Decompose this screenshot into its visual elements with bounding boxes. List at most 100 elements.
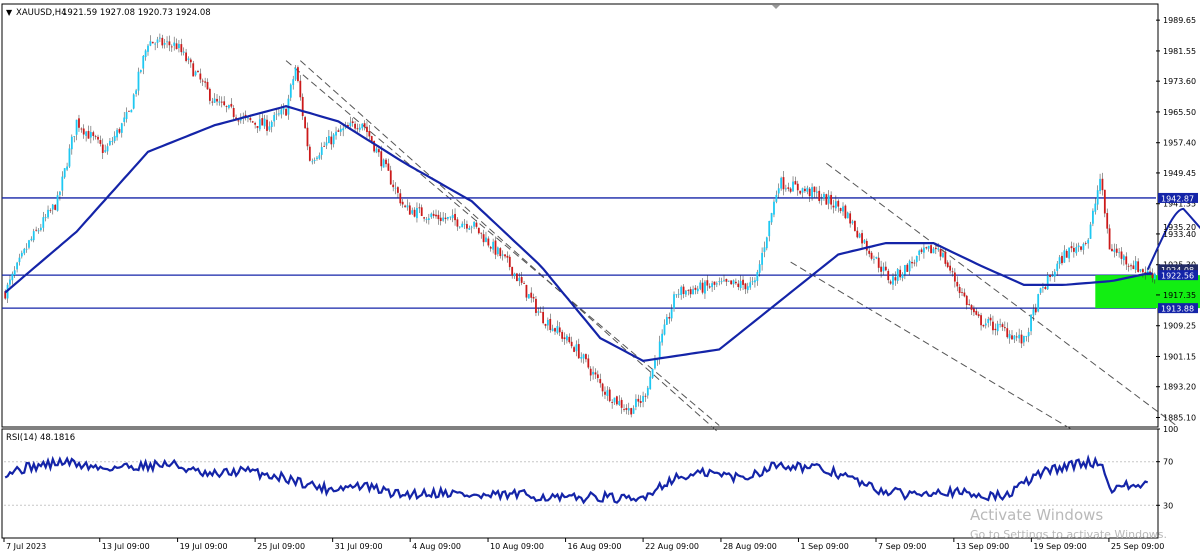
candle-body (768, 220, 771, 237)
candle-body (956, 281, 959, 287)
candle-body (744, 283, 747, 290)
candle-body (285, 108, 287, 116)
candle-body (892, 276, 894, 285)
candle-body (511, 266, 514, 276)
candle-body (270, 121, 273, 127)
candle-body (416, 207, 418, 219)
candle-body (958, 286, 961, 294)
candle-body (78, 118, 80, 128)
candle-body (953, 272, 956, 282)
candle-body (794, 181, 797, 185)
candle-body (725, 278, 728, 282)
candle-body (1046, 275, 1049, 290)
candle-body (1134, 261, 1137, 270)
candle-body (275, 113, 278, 115)
candle-body (251, 121, 254, 123)
candle-body (775, 194, 778, 202)
candle-body (870, 252, 873, 259)
scroll-marker-icon[interactable] (772, 5, 780, 9)
candle-body (1056, 263, 1059, 271)
candle-body (789, 188, 792, 192)
candle-body (1127, 265, 1130, 267)
candle-body (758, 264, 761, 273)
candle-body (337, 130, 340, 132)
candle-body (994, 328, 997, 331)
candle-body (454, 213, 456, 221)
candle-body (944, 251, 947, 264)
candle-body (1118, 252, 1121, 254)
candle-body (42, 217, 45, 228)
candle-body (68, 148, 71, 167)
candle-body (1015, 336, 1018, 338)
price-extra-label: 1935.20 (1163, 223, 1196, 232)
candle-body (942, 252, 944, 258)
candle-body (723, 279, 725, 281)
candle-body (1096, 190, 1099, 205)
channel-line-1-1 (790, 261, 1072, 430)
candle-body (211, 101, 214, 103)
time-tick-label: 13 Jul 09:00 (102, 542, 150, 551)
candle-body (92, 132, 95, 136)
candle-body (356, 128, 359, 130)
candle-body (389, 170, 392, 185)
candle-body (320, 147, 323, 155)
candle-body (823, 193, 825, 199)
candle-body (423, 217, 425, 219)
candle-body (694, 287, 697, 290)
level-tag-1: 1922.56 (1161, 272, 1194, 281)
candle-body (908, 260, 911, 272)
candle-body (642, 395, 644, 402)
candle-body (297, 67, 299, 81)
candle-body (923, 247, 925, 253)
candle-body (770, 213, 773, 223)
candle-body (827, 195, 830, 204)
candle-body (925, 247, 928, 249)
candle-body (1051, 275, 1054, 277)
candle-body (756, 272, 759, 281)
candle-body (1008, 333, 1011, 339)
candle-body (427, 218, 430, 220)
candle-body (580, 357, 583, 359)
candle-body (482, 234, 485, 243)
candle-body (930, 245, 932, 254)
candle-body (132, 94, 135, 109)
channel-line-0-0 (285, 60, 720, 426)
candle-body (230, 103, 233, 107)
candle-body (94, 136, 97, 138)
candle-body (834, 201, 837, 209)
candle-body (535, 298, 537, 313)
candle-body (949, 265, 952, 271)
candle-body (51, 204, 54, 210)
candle-body (649, 376, 652, 390)
candle-body (144, 50, 147, 58)
rsi-label: RSI(14) 48.1816 (6, 433, 75, 443)
candle-body (444, 217, 447, 220)
rsi-tick-label: 30 (1163, 501, 1173, 510)
candle-body (884, 266, 887, 271)
candle-body (66, 166, 68, 170)
candle-body (739, 281, 742, 288)
candle-body (573, 347, 575, 352)
candle-body (630, 408, 633, 415)
candle-body (1084, 243, 1087, 244)
candle-body (499, 248, 502, 257)
candle-body (568, 336, 571, 343)
candle-body (106, 146, 109, 152)
candle-body (673, 294, 675, 309)
time-tick-label: 31 Jul 09:00 (335, 542, 383, 551)
candle-body (558, 327, 561, 333)
collapse-arrow-icon[interactable]: ▼ (6, 8, 13, 17)
time-tick-label: 25 Sep 09:00 (1111, 542, 1164, 551)
time-tick-label: 22 Aug 09:00 (645, 542, 699, 551)
candle-body (261, 118, 264, 126)
candle-body (316, 157, 318, 159)
time-tick-label: 19 Sep 09:00 (1033, 542, 1086, 551)
candle-body (1072, 247, 1075, 252)
candle-body (97, 136, 99, 140)
candle-body (254, 122, 257, 125)
candle-body (894, 277, 897, 281)
candle-body (54, 204, 57, 210)
candle-body (549, 318, 552, 331)
candle-body (754, 280, 756, 283)
candle-body (313, 159, 316, 162)
